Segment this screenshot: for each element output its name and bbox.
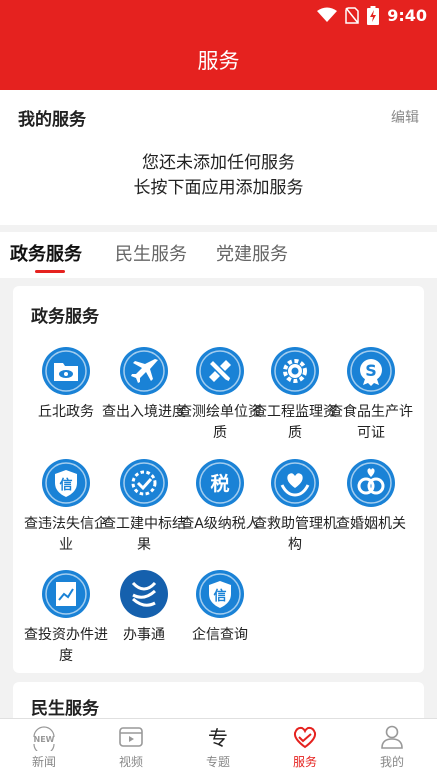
nav-label: 服务 bbox=[292, 755, 317, 769]
service-item-relief-agency[interactable]: 查救助管理机构 bbox=[253, 458, 337, 556]
nav-item-video[interactable]: 视频 bbox=[96, 723, 166, 770]
s-badge-icon: S bbox=[347, 347, 395, 395]
video-icon bbox=[119, 727, 143, 747]
no-sim-icon bbox=[345, 6, 359, 24]
bottom-navigation: NEW 新闻 视频 专 专题 服务 我的 bbox=[0, 718, 437, 776]
airplane-icon bbox=[120, 347, 168, 395]
my-services-section: 我的服务 编辑 您还未添加任何服务 长按下面应用添加服务 bbox=[0, 90, 437, 225]
empty-hint-line-1: 您还未添加任何服务 bbox=[142, 153, 295, 173]
card-title: 政务服务 bbox=[31, 307, 99, 327]
service-label: 企信查询 bbox=[192, 627, 248, 643]
service-item-qiubei-gov[interactable]: 丘北政务 bbox=[24, 346, 108, 423]
service-item-supervision[interactable]: 查工程监理资质 bbox=[253, 346, 337, 444]
empty-hint-line-2: 长按下面应用添加服务 bbox=[133, 178, 304, 198]
nav-label: 视频 bbox=[118, 755, 143, 769]
category-tabs: 政务服务 民生服务 党建服务 bbox=[0, 232, 437, 278]
topic-icon: 专 bbox=[208, 726, 228, 750]
wifi-icon bbox=[317, 7, 338, 22]
my-services-title: 我的服务 bbox=[18, 110, 86, 130]
status-time: 9:40 bbox=[387, 5, 427, 25]
service-label: 丘北政务 bbox=[38, 404, 94, 420]
service-label: 办事通 bbox=[123, 627, 165, 643]
svg-text:S: S bbox=[365, 361, 377, 380]
heart-hands-icon bbox=[271, 459, 319, 507]
tax-icon: 税 bbox=[196, 459, 244, 507]
service-item-credit-query[interactable]: 信 企信查询 bbox=[178, 569, 262, 646]
service-item-banshitong[interactable]: 办事通 bbox=[102, 569, 186, 646]
nav-item-profile[interactable]: 我的 bbox=[357, 723, 427, 770]
nav-item-service[interactable]: 服务 bbox=[270, 723, 340, 770]
svg-text:专: 专 bbox=[208, 726, 228, 750]
gear-icon bbox=[271, 347, 319, 395]
bantong-logo-icon bbox=[120, 570, 168, 618]
shield-xin-icon: 信 bbox=[196, 570, 244, 618]
nav-label: 我的 bbox=[379, 755, 404, 769]
service-label: 查投资办件进度 bbox=[24, 627, 108, 664]
service-label: 查食品生产许可证 bbox=[329, 404, 413, 441]
service-label: 查测绘单位资质 bbox=[178, 404, 262, 441]
ruler-pencil-icon bbox=[196, 347, 244, 395]
service-item-food-license[interactable]: S 查食品生产许可证 bbox=[329, 346, 413, 444]
tab-party-building[interactable]: 党建服务 bbox=[216, 240, 288, 266]
tab-government[interactable]: 政务服务 bbox=[10, 240, 82, 266]
svg-text:信: 信 bbox=[213, 588, 226, 604]
app-header: 服务 bbox=[0, 30, 437, 90]
service-label: 查婚姻机关 bbox=[336, 516, 406, 532]
folder-eye-icon bbox=[42, 347, 90, 395]
profile-icon bbox=[381, 725, 403, 749]
service-item-surveying[interactable]: 查测绘单位资质 bbox=[178, 346, 262, 444]
service-item-bid-results[interactable]: 查工建中标结果 bbox=[102, 458, 186, 556]
edit-button[interactable]: 编辑 bbox=[391, 107, 419, 127]
service-label: 查工程监理资质 bbox=[253, 404, 337, 441]
service-item-investment-progress[interactable]: 查投资办件进度 bbox=[24, 569, 108, 667]
nav-label: 新闻 bbox=[31, 755, 56, 769]
card-title: 民生服务 bbox=[31, 699, 99, 719]
gear-check-icon bbox=[120, 459, 168, 507]
battery-charging-icon bbox=[367, 5, 380, 25]
svg-text:NEW: NEW bbox=[34, 735, 55, 744]
service-heart-icon bbox=[293, 726, 317, 749]
service-label: 查违法失信企业 bbox=[24, 516, 108, 553]
service-item-entry-exit[interactable]: 查出入境进度 bbox=[102, 346, 186, 423]
service-item-a-taxpayer[interactable]: 税 查A级纳税人 bbox=[178, 458, 262, 535]
tab-livelihood[interactable]: 民生服务 bbox=[115, 240, 187, 266]
svg-text:信: 信 bbox=[59, 477, 72, 493]
nav-item-news[interactable]: NEW 新闻 bbox=[9, 723, 79, 770]
service-label: 查工建中标结果 bbox=[102, 516, 186, 553]
chart-doc-icon bbox=[42, 570, 90, 618]
shield-xin-icon: 信 bbox=[42, 459, 90, 507]
status-bar: 9:40 bbox=[0, 0, 437, 30]
service-label: 查救助管理机构 bbox=[253, 516, 337, 553]
service-item-dishonest-enterprise[interactable]: 信 查违法失信企业 bbox=[24, 458, 108, 556]
government-services-card: 政务服务 丘北政务 查出入境进度 查测绘单位资质 查工程监理资质 S 查食品生产… bbox=[13, 286, 424, 673]
svg-text:税: 税 bbox=[210, 472, 229, 495]
service-item-marriage[interactable]: 查婚姻机关 bbox=[329, 458, 413, 535]
active-tab-indicator bbox=[35, 270, 65, 273]
status-icons: 9:40 bbox=[317, 5, 427, 25]
service-label: 查出入境进度 bbox=[102, 404, 186, 420]
page-title: 服务 bbox=[197, 49, 240, 73]
nav-label: 专题 bbox=[205, 755, 230, 769]
rings-icon bbox=[347, 459, 395, 507]
news-icon: NEW bbox=[33, 726, 55, 751]
service-label: 查A级纳税人 bbox=[180, 516, 260, 532]
nav-item-topic[interactable]: 专 专题 bbox=[183, 723, 253, 770]
